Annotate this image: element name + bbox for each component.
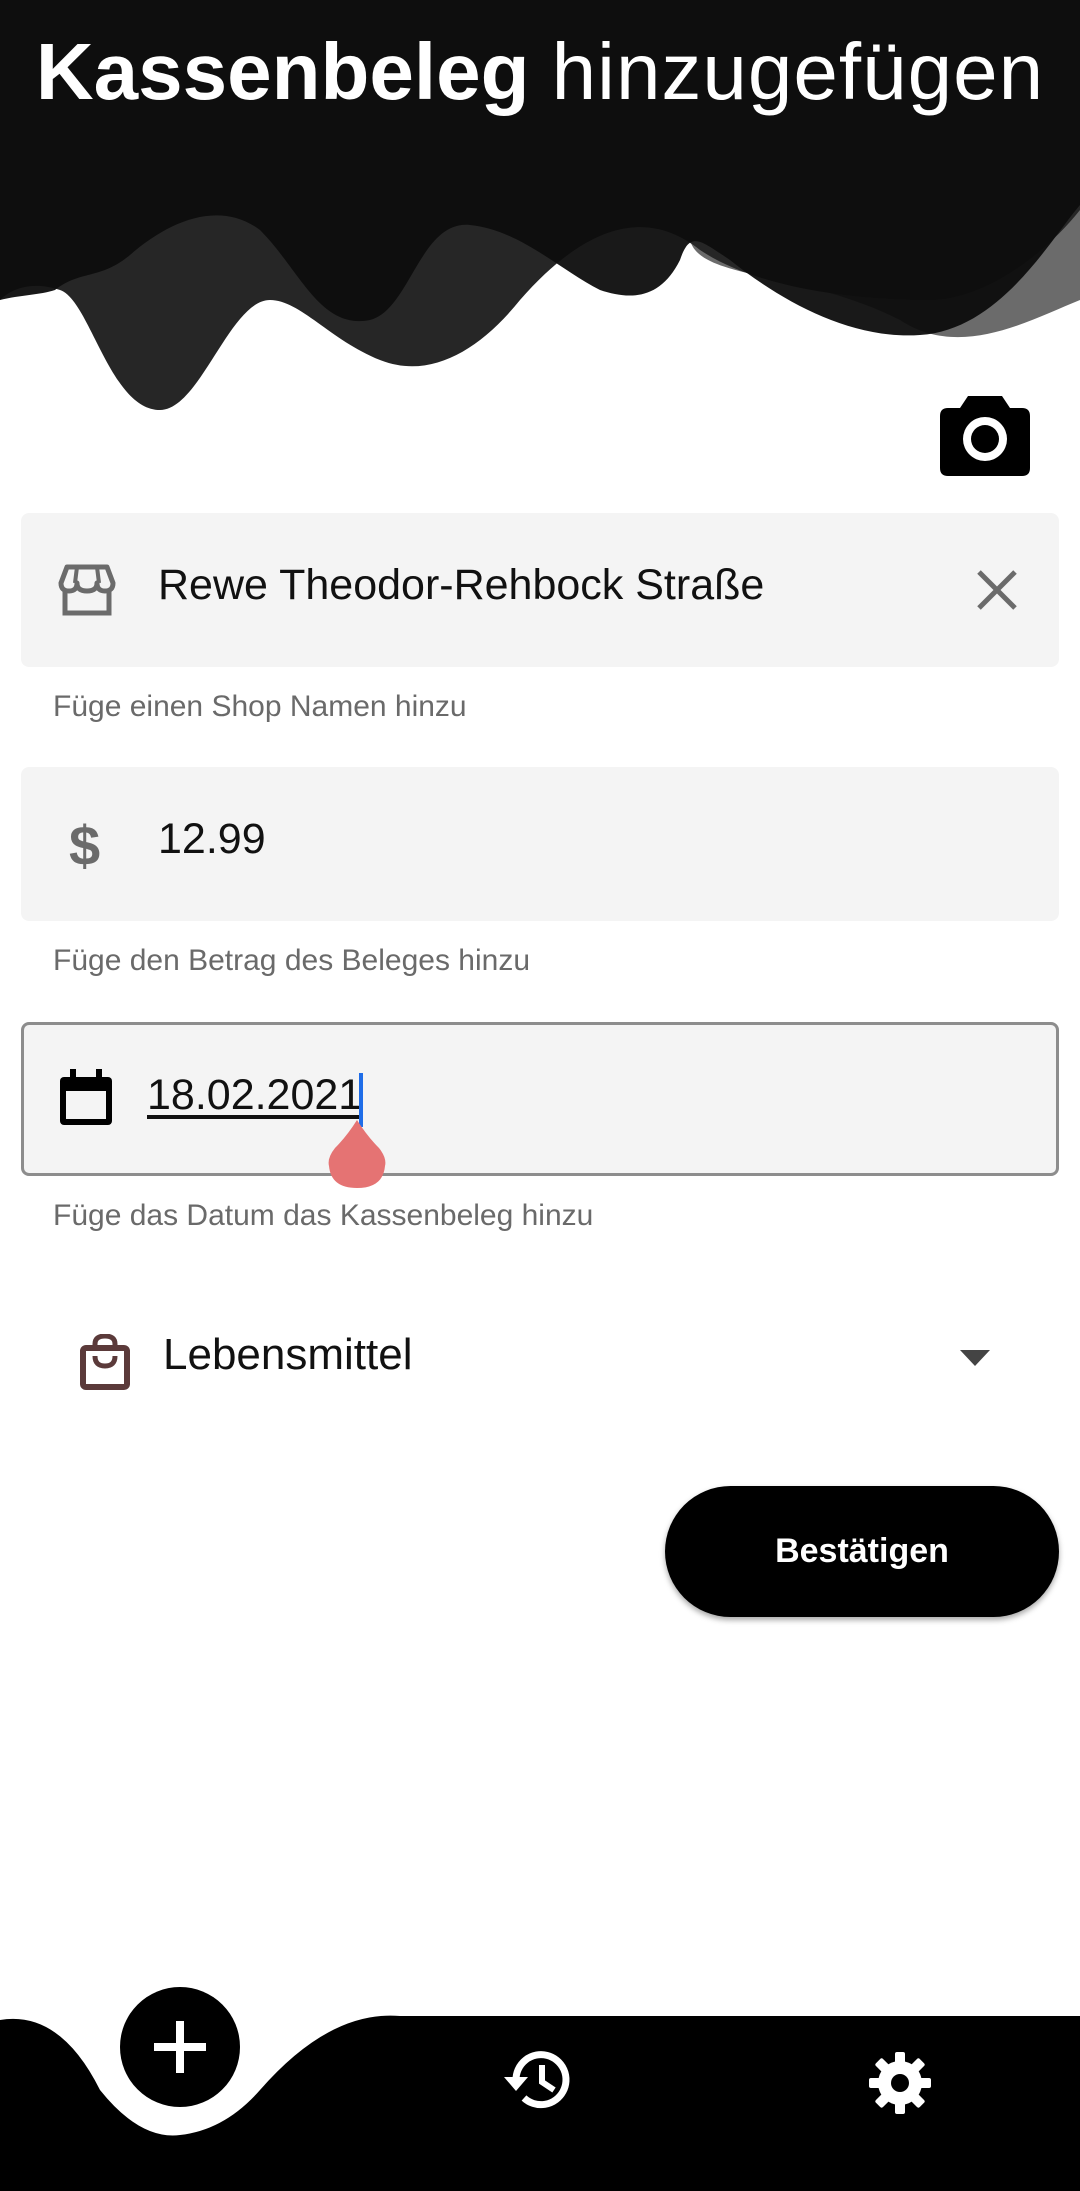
calendar-icon <box>60 1069 112 1125</box>
shop-name-value: Rewe Theodor-Rehbock Straße <box>158 561 765 609</box>
dollar-icon: $ <box>69 814 100 873</box>
amount-field[interactable]: $ 12.99 <box>21 767 1059 921</box>
shop-name-field[interactable]: Rewe Theodor-Rehbock Straße <box>21 513 1059 667</box>
store-icon <box>58 564 116 616</box>
add-icon <box>154 2021 206 2073</box>
svg-text:$: $ <box>69 814 100 873</box>
page-title: Kassenbeleg hinzugefügen <box>0 22 1080 122</box>
history-icon[interactable] <box>502 2047 576 2113</box>
amount-helper: Füge den Betrag des Beleges hinzu <box>53 944 530 977</box>
page-title-light: hinzugefügen <box>551 27 1045 116</box>
camera-icon[interactable] <box>940 392 1030 476</box>
amount-value: 12.99 <box>158 815 266 863</box>
category-selected-value: Lebensmittel <box>163 1330 413 1379</box>
shop-name-helper: Füge einen Shop Namen hinzu <box>53 690 467 723</box>
page-title-bold: Kassenbeleg <box>35 27 530 116</box>
text-selection-handle[interactable] <box>327 1118 387 1190</box>
add-button[interactable] <box>120 1987 240 2107</box>
settings-icon[interactable] <box>867 2050 933 2116</box>
date-value: 18.02.2021 <box>147 1071 363 1119</box>
date-helper: Füge das Datum das Kassenbeleg hinzu <box>53 1199 594 1232</box>
confirm-button[interactable]: Bestätigen <box>665 1486 1059 1617</box>
date-field[interactable]: 18.02.2021 <box>21 1022 1059 1176</box>
chevron-down-icon[interactable] <box>960 1350 990 1368</box>
shopping-bag-icon <box>80 1334 130 1390</box>
close-icon[interactable] <box>975 568 1019 612</box>
